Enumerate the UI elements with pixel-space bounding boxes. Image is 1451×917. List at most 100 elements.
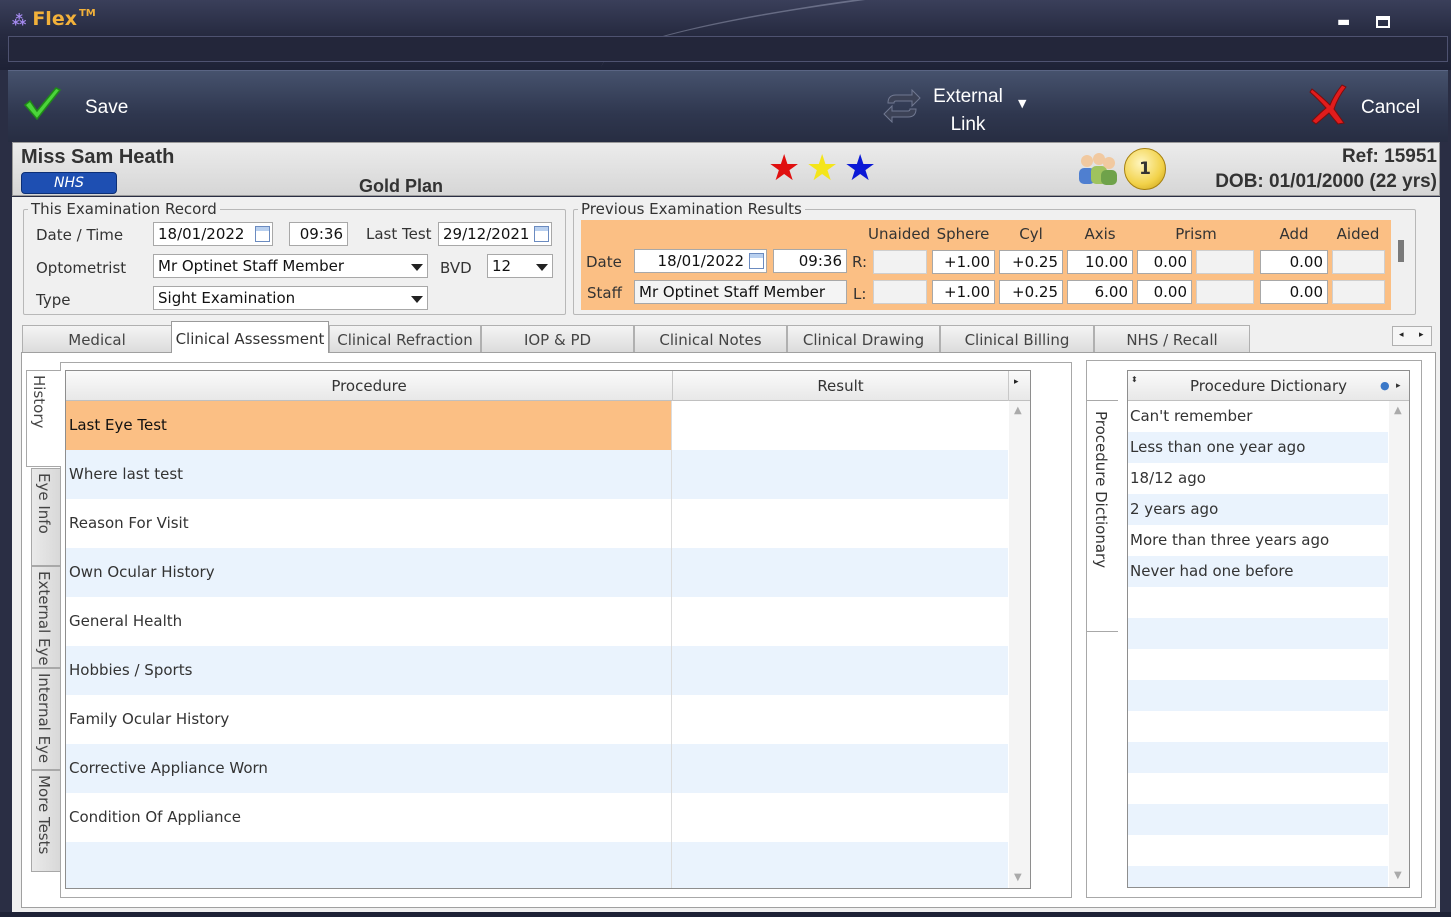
tab-nhs-recall[interactable]: NHS / Recall	[1094, 325, 1250, 352]
exam-date-field[interactable]: 18/01/2022	[153, 222, 273, 246]
col-prism: Prism	[1175, 225, 1217, 243]
result-cell[interactable]	[673, 793, 1008, 842]
result-cell[interactable]	[673, 744, 1008, 793]
result-cell[interactable]	[673, 548, 1008, 597]
prev-staff-label: Staff	[587, 284, 622, 302]
result-cell[interactable]	[673, 401, 1008, 450]
col-axis: Axis	[1084, 225, 1116, 243]
save-button[interactable]: Save	[85, 97, 128, 119]
result-cell[interactable]	[673, 646, 1008, 695]
patient-dob: DOB: 01/01/2000 (22 yrs)	[1215, 171, 1437, 192]
procedure-cell: Corrective Appliance Worn	[66, 744, 672, 793]
l-add: 0.00	[1260, 280, 1328, 304]
col-add: Add	[1279, 225, 1309, 243]
col-unaided: Unaided	[868, 225, 931, 243]
dictionary-scrollbar[interactable]: ▲ ▼	[1389, 401, 1409, 887]
list-item[interactable]: Can't remember	[1128, 401, 1388, 432]
prev-time-field[interactable]: 09:36	[773, 249, 847, 273]
exam-type-value: Sight Examination	[158, 289, 296, 307]
vtab-internal-eye-label: Internal Eye	[35, 673, 53, 764]
scroll-up-icon[interactable]: ▲	[1014, 405, 1022, 416]
chevron-down-icon[interactable]	[411, 296, 423, 303]
cancel-button[interactable]: Cancel	[1361, 97, 1420, 119]
cancel-x-icon[interactable]	[1308, 83, 1348, 125]
this-exam-legend: This Examination Record	[31, 200, 217, 218]
result-cell[interactable]	[673, 597, 1008, 646]
table-row[interactable]: Reason For Visit	[66, 499, 1008, 548]
r-add: 0.00	[1260, 250, 1328, 274]
table-row[interactable]: Family Ocular History	[66, 695, 1008, 744]
chevron-down-icon[interactable]	[411, 264, 423, 271]
result-cell[interactable]	[673, 450, 1008, 499]
vtab-procedure-dictionary[interactable]: Procedure Dictionary	[1086, 400, 1118, 632]
list-item[interactable]: More than three years ago	[1128, 525, 1388, 556]
vtab-external-eye[interactable]: External Eye	[31, 566, 60, 668]
scroll-down-icon[interactable]: ▼	[1014, 872, 1022, 883]
tab-clinical-assessment[interactable]: Clinical Assessment	[171, 321, 329, 353]
tab-medical-assessment[interactable]: Medical Assessment	[22, 325, 172, 377]
tab-clinical-refraction[interactable]: Clinical Refraction	[329, 325, 481, 352]
grid-header-result[interactable]: Result	[673, 371, 1009, 401]
table-row[interactable]: Corrective Appliance Worn	[66, 744, 1008, 793]
list-item-empty	[1128, 773, 1388, 804]
family-group-icon[interactable]	[1073, 151, 1121, 189]
sort-icon[interactable]: ⬍	[1131, 371, 1138, 395]
grid-scrollbar[interactable]: ▲ ▼	[1009, 401, 1030, 888]
calendar-icon[interactable]	[255, 226, 270, 242]
minimize-button[interactable]: ▬	[1337, 14, 1351, 30]
table-row[interactable]: Hobbies / Sports	[66, 646, 1008, 695]
l-axis: 6.00	[1067, 280, 1133, 304]
exam-type-select[interactable]: Sight Examination	[153, 286, 428, 310]
r-unaided	[873, 250, 927, 274]
result-cell[interactable]	[673, 695, 1008, 744]
list-item[interactable]: 18/12 ago	[1128, 463, 1388, 494]
prev-date-field[interactable]: 18/01/2022	[634, 249, 767, 273]
list-item[interactable]: 2 years ago	[1128, 494, 1388, 525]
vtab-eye-info[interactable]: Eye Info	[31, 468, 60, 566]
plan-name: Gold Plan	[359, 176, 444, 196]
tab-clinical-notes[interactable]: Clinical Notes	[634, 325, 787, 352]
chevron-left-icon[interactable]: ◂	[1399, 330, 1404, 340]
table-row[interactable]: General Health	[66, 597, 1008, 646]
tab-clinical-drawing[interactable]: Clinical Drawing	[787, 325, 940, 352]
bvd-select[interactable]: 12	[487, 254, 553, 278]
column-chooser-icon[interactable]: ▸	[1014, 377, 1019, 387]
refresh-icon[interactable]: ●	[1380, 371, 1390, 401]
tab-clinical-billing[interactable]: Clinical Billing	[940, 325, 1094, 352]
vtab-more-tests-label: More Tests	[35, 775, 53, 855]
grid-header-procedure[interactable]: Procedure	[66, 371, 673, 401]
prev-exam-scrollbar[interactable]	[1398, 240, 1404, 262]
scroll-up-icon[interactable]: ▲	[1394, 405, 1402, 416]
list-item-empty	[1128, 618, 1388, 649]
list-item[interactable]: Less than one year ago	[1128, 432, 1388, 463]
table-row-empty	[66, 842, 1008, 888]
chevron-down-icon[interactable]	[536, 264, 548, 271]
scroll-down-icon[interactable]: ▼	[1394, 870, 1402, 881]
vtab-more-tests[interactable]: More Tests	[31, 770, 60, 872]
table-row[interactable]: Condition Of Appliance	[66, 793, 1008, 842]
result-cell[interactable]	[673, 499, 1008, 548]
chevron-down-icon[interactable]: ▼	[1018, 97, 1026, 110]
maximize-button[interactable]	[1376, 16, 1390, 28]
calendar-icon[interactable]	[749, 253, 764, 269]
r-prism-2	[1196, 250, 1254, 274]
table-row[interactable]: Last Eye Test	[66, 401, 1008, 450]
optometrist-select[interactable]: Mr Optinet Staff Member	[153, 254, 428, 278]
column-chooser-icon[interactable]: ▸	[1396, 371, 1401, 401]
vtab-eye-info-label: Eye Info	[35, 473, 53, 534]
sync-arrows-icon[interactable]	[882, 89, 922, 123]
last-test-field[interactable]: 29/12/2021	[438, 222, 552, 246]
external-link-button[interactable]: External Link	[928, 83, 1008, 139]
exam-time-field[interactable]: 09:36	[289, 222, 348, 246]
vtab-internal-eye[interactable]: Internal Eye	[31, 668, 60, 770]
table-row[interactable]: Own Ocular History	[66, 548, 1008, 597]
list-item[interactable]: Never had one before	[1128, 556, 1388, 587]
vtab-history[interactable]: History	[26, 370, 61, 467]
tab-iop-pd[interactable]: IOP & PD	[481, 325, 634, 352]
list-item-empty	[1128, 587, 1388, 618]
checkmark-icon[interactable]	[22, 85, 62, 125]
l-unaided	[873, 280, 927, 304]
chevron-right-icon[interactable]: ▸	[1419, 330, 1424, 340]
table-row[interactable]: Where last test	[66, 450, 1008, 499]
calendar-icon[interactable]	[534, 226, 549, 242]
